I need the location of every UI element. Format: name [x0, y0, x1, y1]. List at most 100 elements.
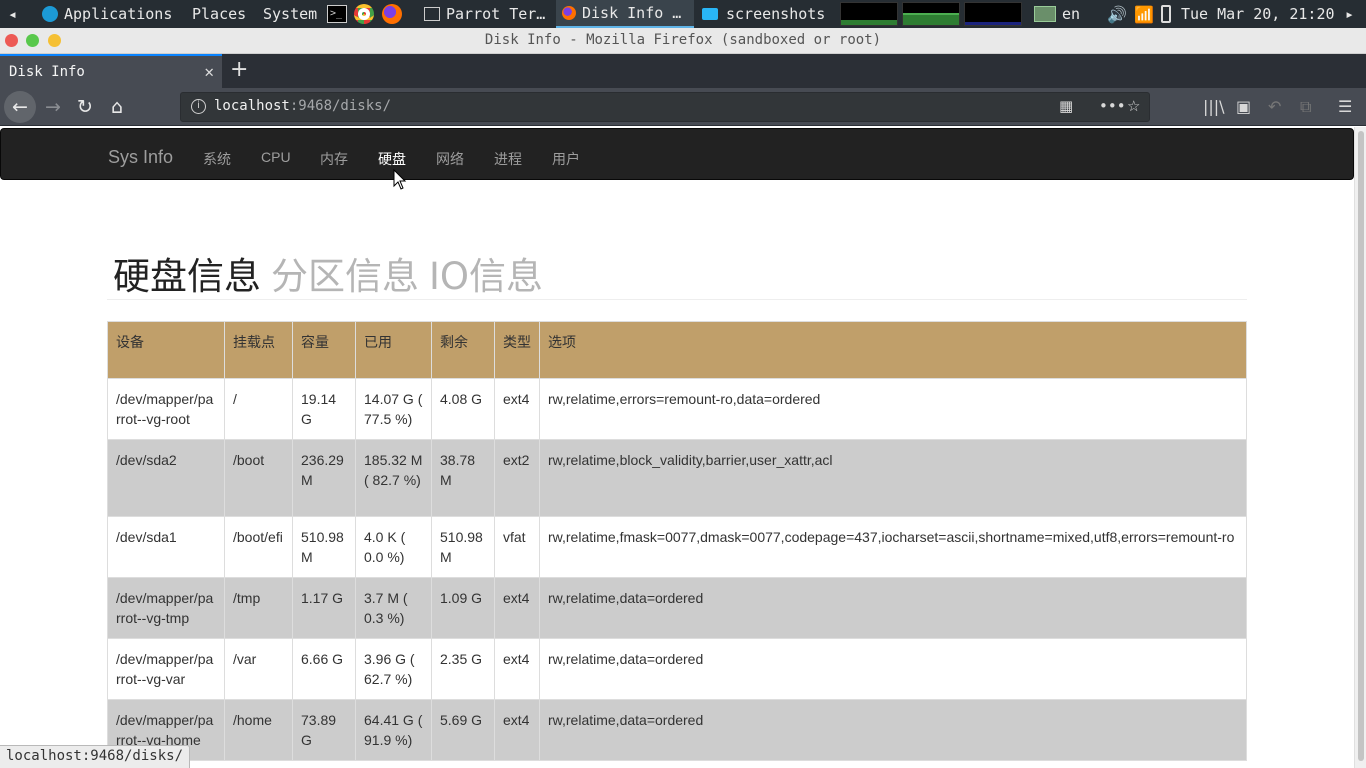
heading-tab-partition[interactable]: 分区信息 [271, 246, 419, 300]
nav-cpu[interactable]: CPU [261, 149, 291, 165]
page-scrollbar[interactable] [1354, 127, 1366, 768]
battery-icon[interactable] [1161, 0, 1171, 28]
scrollbar-thumb[interactable] [1358, 131, 1364, 761]
library-icon[interactable]: |||\ [1203, 97, 1225, 116]
cell-device: /dev/sda1 [107, 516, 225, 578]
cell-mount: /tmp [224, 577, 293, 639]
system-menu[interactable]: System [263, 0, 317, 28]
memory-graph [902, 2, 960, 26]
nav-user[interactable]: 用户 [552, 149, 580, 169]
cell-options: rw,relatime,data=ordered [539, 577, 1247, 639]
wifi-icon[interactable]: 📶 [1134, 0, 1154, 28]
browser-tab-disk-info[interactable]: Disk Info ✕ [0, 54, 222, 88]
col-header-capacity: 容量 [292, 321, 356, 379]
cell-free: 38.78 M [431, 439, 495, 517]
nav-process[interactable]: 进程 [494, 149, 522, 169]
url-text[interactable]: localhost:9468/disks/ [214, 98, 391, 114]
window-title: Disk Info - Mozilla Firefox (sandboxed o… [484, 32, 882, 48]
cell-device: /dev/mapper/parrot--vg-var [107, 638, 225, 700]
table-row: /dev/mapper/parrot--vg-tmp /tmp 1.17 G 3… [107, 577, 1247, 639]
panel-left-arrow-icon[interactable]: ◂ [8, 0, 17, 28]
cell-used: 4.0 K ( 0.0 %) [355, 516, 432, 578]
qr-code-icon[interactable]: ▦ [1059, 97, 1073, 115]
cell-mount: /home [224, 699, 293, 761]
status-bar-url: localhost:9468/disks/ [0, 745, 191, 768]
keyboard-layout-icon[interactable] [1034, 0, 1056, 28]
new-tab-button[interactable]: + [230, 57, 248, 82]
terminal-launcher-icon[interactable]: >_ [327, 0, 347, 28]
back-button[interactable]: ← [4, 91, 36, 123]
heading-tab-io[interactable]: IO信息 [429, 246, 543, 300]
bookmark-star-icon[interactable]: ☆ [1127, 97, 1140, 115]
table-row: /dev/sda1 /boot/efi 510.98 M 4.0 K ( 0.0… [107, 516, 1247, 578]
cell-mount: /boot/efi [224, 516, 293, 578]
cell-capacity: 236.29 M [292, 439, 356, 517]
firefox-launcher-icon[interactable] [382, 0, 408, 28]
page-title: 硬盘信息 [113, 255, 261, 298]
cell-capacity: 73.89 G [292, 699, 356, 761]
cell-free: 1.09 G [431, 577, 495, 639]
site-navbar: Sys Info 系统 CPU 内存 硬盘 网络 进程 用户 [0, 128, 1354, 180]
cell-type: ext4 [494, 638, 540, 700]
browser-toolbar: ← → ↻ ⌂ i localhost:9468/disks/ ▦ ••• ☆ … [0, 88, 1366, 126]
reload-button[interactable]: ↻ [70, 92, 100, 122]
cell-mount: /var [224, 638, 293, 700]
table-row: /dev/sda2 /boot 236.29 M 185.32 M ( 82.7… [107, 439, 1247, 517]
clock-label: Tue Mar 20, 21:20 [1181, 5, 1335, 23]
tab-close-icon[interactable]: ✕ [204, 62, 214, 81]
system-label: System [263, 5, 318, 23]
taskbar-item-screenshots[interactable]: screenshots [698, 0, 833, 28]
desktop-panel: ◂ Applications Places System >_ Parrot T… [0, 0, 1366, 28]
volume-icon[interactable]: 🔊 [1107, 0, 1127, 28]
url-bar[interactable]: i localhost:9468/disks/ ▦ ••• ☆ [180, 92, 1150, 122]
mouse-cursor-icon [393, 169, 407, 190]
table-row: /dev/mapper/parrot--vg-var /var 6.66 G 3… [107, 638, 1247, 700]
cell-free: 5.69 G [431, 699, 495, 761]
screenshot-icon[interactable]: ⧉ [1300, 97, 1311, 117]
chrome-launcher-icon[interactable] [354, 0, 380, 28]
task-label: Parrot Ter… [446, 5, 546, 23]
undo-icon[interactable]: ↶ [1268, 97, 1281, 116]
nav-network[interactable]: 网络 [436, 149, 464, 169]
keyboard-layout[interactable]: en [1062, 0, 1080, 28]
places-menu[interactable]: Places [192, 0, 246, 28]
taskbar-item-terminal[interactable]: Parrot Ter… [418, 0, 553, 28]
page-actions-icon[interactable]: ••• [1099, 97, 1126, 115]
forward-button[interactable]: → [38, 92, 68, 122]
col-header-device: 设备 [107, 321, 225, 379]
applications-menu[interactable]: Applications [42, 0, 172, 28]
taskbar-item-firefox[interactable]: Disk Info … [556, 0, 694, 28]
col-header-options: 选项 [539, 321, 1247, 379]
cell-used: 64.41 G ( 91.9 %) [355, 699, 432, 761]
cell-capacity: 19.14 G [292, 378, 356, 440]
nav-disk[interactable]: 硬盘 [378, 149, 406, 169]
tab-title: Disk Info [9, 64, 85, 80]
cell-used: 185.32 M ( 82.7 %) [355, 439, 432, 517]
window-titlebar: Disk Info - Mozilla Firefox (sandboxed o… [0, 28, 1366, 54]
col-header-free: 剩余 [431, 321, 495, 379]
cell-device: /dev/mapper/parrot--vg-root [107, 378, 225, 440]
menu-icon[interactable]: ☰ [1338, 97, 1352, 116]
applications-label: Applications [64, 5, 173, 23]
cell-type: vfat [494, 516, 540, 578]
table-row: /dev/mapper/parrot--vg-home /home 73.89 … [107, 699, 1247, 761]
keyboard-layout-label: en [1062, 5, 1081, 23]
clock[interactable]: Tue Mar 20, 21:20 [1181, 0, 1335, 28]
firefox-icon [562, 6, 576, 20]
folder-icon [702, 8, 718, 20]
parrot-logo-icon [42, 6, 58, 22]
sidebar-icon[interactable]: ▣ [1236, 97, 1251, 116]
terminal-icon [424, 7, 440, 21]
nav-memory[interactable]: 内存 [320, 149, 348, 169]
col-header-type: 类型 [494, 321, 540, 379]
panel-right-arrow-icon[interactable]: ▸ [1345, 0, 1354, 28]
cell-type: ext4 [494, 577, 540, 639]
cell-type: ext4 [494, 699, 540, 761]
cell-options: rw,relatime,fmask=0077,dmask=0077,codepa… [539, 516, 1247, 578]
nav-system[interactable]: 系统 [203, 149, 231, 169]
cell-used: 3.7 M ( 0.3 %) [355, 577, 432, 639]
site-brand[interactable]: Sys Info [108, 147, 173, 168]
home-button[interactable]: ⌂ [102, 92, 132, 122]
site-info-icon[interactable]: i [191, 99, 206, 114]
cell-type: ext2 [494, 439, 540, 517]
